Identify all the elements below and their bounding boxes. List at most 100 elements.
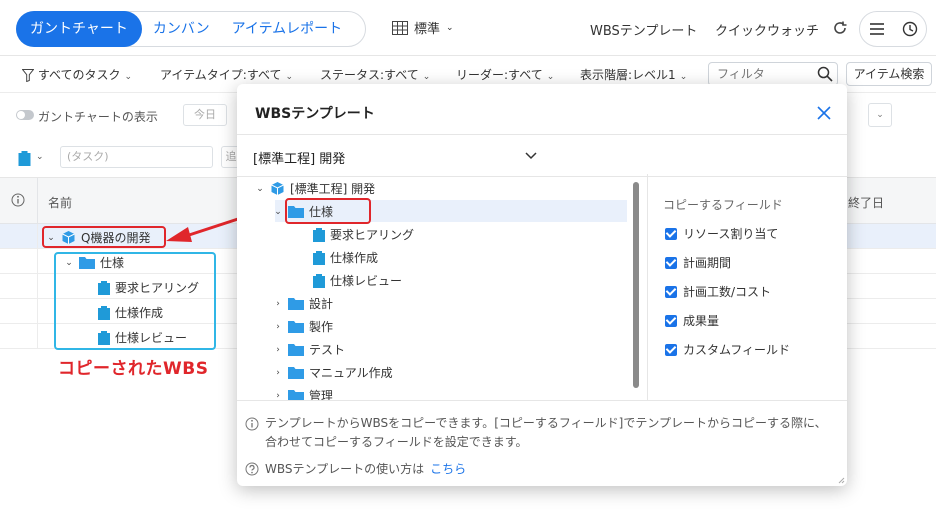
column-header-end-date[interactable]: 終了日 xyxy=(848,194,884,211)
info-column xyxy=(0,178,38,224)
field-checkbox-custom[interactable]: カスタムフィールド xyxy=(665,341,790,358)
tree-node-label: [標準工程] 開発 xyxy=(290,182,376,196)
level-filter[interactable]: 表示階層:レベル1 ⌄ xyxy=(580,66,687,83)
copy-fields-title: コピーするフィールド xyxy=(663,198,783,212)
tree-node-label: 設計 xyxy=(309,297,334,311)
clock-icon[interactable] xyxy=(902,21,918,37)
all-tasks-filter[interactable]: すべてのタスク ⌄ xyxy=(22,66,132,83)
funnel-icon xyxy=(22,69,34,82)
column-header-name[interactable]: 名前 xyxy=(48,194,72,211)
dialog-help: WBSテンプレートの使い方は こちら xyxy=(245,460,466,477)
copied-root-highlight xyxy=(42,226,166,248)
chevron-right-icon[interactable]: › xyxy=(273,368,283,378)
tree-node[interactable]: 仕様レビュー xyxy=(313,272,402,289)
row-gutter xyxy=(0,249,38,274)
folder-icon xyxy=(288,321,304,333)
chevron-down-icon: ⌄ xyxy=(446,22,454,33)
folder-icon xyxy=(288,367,304,379)
tree-node-label: 仕様作成 xyxy=(330,251,379,265)
chevron-down-icon[interactable]: ⌄ xyxy=(868,103,892,127)
layout-selector[interactable]: 標準 ⌄ xyxy=(392,18,454,37)
field-checkbox-plan-cost[interactable]: 計画工数/コスト xyxy=(665,283,771,300)
level-label: 表示階層:レベル1 xyxy=(580,68,676,82)
filter-search-input[interactable] xyxy=(709,63,809,85)
row-gutter xyxy=(0,224,38,249)
tree-node-label: 要求ヒアリング xyxy=(330,228,415,242)
tree-node-label: 仕様レビュー xyxy=(330,274,403,288)
tab-gantt-chart[interactable]: ガントチャート xyxy=(16,10,142,47)
divider xyxy=(647,174,648,400)
quick-watch-button[interactable]: クイックウォッチ xyxy=(715,20,819,39)
help-link[interactable]: こちら xyxy=(430,460,466,477)
tree-node[interactable]: › 設計 xyxy=(273,295,333,312)
row-gutter xyxy=(0,324,38,349)
package-cube-icon xyxy=(271,182,284,195)
checkbox[interactable] xyxy=(665,314,677,327)
help-text: WBSテンプレートの使い方は xyxy=(265,462,425,476)
chevron-down-icon[interactable]: ⌄ xyxy=(273,207,283,217)
wbs-template-dialog: WBSテンプレート [標準工程] 開発 ⌄ [標準工程] 開発 ⌄ 仕様 要求ヒ… xyxy=(237,84,847,486)
refresh-icon[interactable] xyxy=(831,19,849,37)
item-search-button[interactable]: アイテム検索 xyxy=(846,62,932,86)
task-name-input[interactable]: (タスク) xyxy=(60,146,213,168)
chevron-right-icon[interactable]: › xyxy=(273,391,283,401)
folder-icon xyxy=(288,390,304,400)
tree-node-label: 管理 xyxy=(309,389,334,400)
leader-label: リーダー:すべて xyxy=(456,68,543,82)
tree-node[interactable]: 要求ヒアリング xyxy=(313,226,414,243)
hamburger-menu-icon[interactable] xyxy=(869,22,885,36)
item-type-filter[interactable]: アイテムタイプ:すべて ⌄ xyxy=(160,66,293,83)
chevron-down-icon[interactable]: ⌄ xyxy=(255,184,265,194)
chevron-right-icon[interactable]: › xyxy=(273,322,283,332)
status-filter[interactable]: ステータス:すべて ⌄ xyxy=(320,66,430,83)
tree-node[interactable]: › 管理 xyxy=(273,387,333,400)
leader-filter[interactable]: リーダー:すべて ⌄ xyxy=(456,66,554,83)
tab-kanban[interactable]: カンバン xyxy=(142,11,221,47)
chevron-down-icon[interactable]: ⌄ xyxy=(36,152,44,162)
tree-node[interactable]: ⌄ [標準工程] 開発 xyxy=(255,180,375,197)
field-checkbox-plan-period[interactable]: 計画期間 xyxy=(665,254,731,271)
chevron-down-icon: ⌄ xyxy=(679,72,688,82)
resize-grip-icon[interactable] xyxy=(837,476,845,484)
filter-search-box xyxy=(708,62,838,86)
search-icon[interactable] xyxy=(817,66,833,82)
chevron-down-icon: ⌄ xyxy=(124,72,133,82)
task-type-icon[interactable] xyxy=(18,150,31,166)
wbs-template-button[interactable]: WBSテンプレート xyxy=(590,20,697,39)
field-checkbox-output[interactable]: 成果量 xyxy=(665,312,719,329)
checkbox[interactable] xyxy=(665,343,677,356)
task-icon xyxy=(313,228,325,242)
chevron-down-icon: ⌄ xyxy=(546,72,555,82)
help-icon xyxy=(245,462,259,475)
gantt-visibility-toggle[interactable] xyxy=(16,110,34,120)
tree-node[interactable]: › テスト xyxy=(273,341,345,358)
checkbox[interactable] xyxy=(665,285,677,298)
chevron-right-icon[interactable]: › xyxy=(273,345,283,355)
checkbox[interactable] xyxy=(665,256,677,269)
task-icon xyxy=(313,274,325,288)
view-switcher: ガントチャート カンバン アイテムレポート xyxy=(16,10,367,47)
close-icon[interactable] xyxy=(815,104,833,122)
template-select[interactable]: [標準工程] 開発 xyxy=(253,148,541,170)
folder-icon xyxy=(288,344,304,356)
info-icon[interactable] xyxy=(11,193,25,207)
tab-item-report[interactable]: アイテムレポート xyxy=(221,11,354,47)
layout-label: 標準 xyxy=(414,22,441,37)
today-button[interactable]: 今日 xyxy=(183,104,227,126)
divider xyxy=(237,400,847,401)
tree-node[interactable]: › マニュアル作成 xyxy=(273,364,393,381)
item-type-label: アイテムタイプ:すべて xyxy=(160,68,282,82)
tree-node[interactable]: 仕様作成 xyxy=(313,249,378,266)
checkbox[interactable] xyxy=(665,227,677,240)
field-checkbox-resource[interactable]: リソース割り当て xyxy=(665,225,778,242)
tree-node-label: マニュアル作成 xyxy=(309,366,393,380)
selected-folder-highlight xyxy=(285,198,371,224)
top-bar: ガントチャート カンバン アイテムレポート 標準 ⌄ WBSテンプレート クイッ… xyxy=(0,0,936,56)
folder-icon xyxy=(288,298,304,310)
field-label: 成果量 xyxy=(683,314,720,328)
chevron-right-icon[interactable]: › xyxy=(273,299,283,309)
tree-node[interactable]: › 製作 xyxy=(273,318,333,335)
info-text: テンプレートからWBSをコピーできます。[コピーするフィールド]でテンプレートか… xyxy=(265,416,827,449)
tree-scrollbar[interactable] xyxy=(633,182,639,388)
field-label: 計画期間 xyxy=(683,256,732,270)
